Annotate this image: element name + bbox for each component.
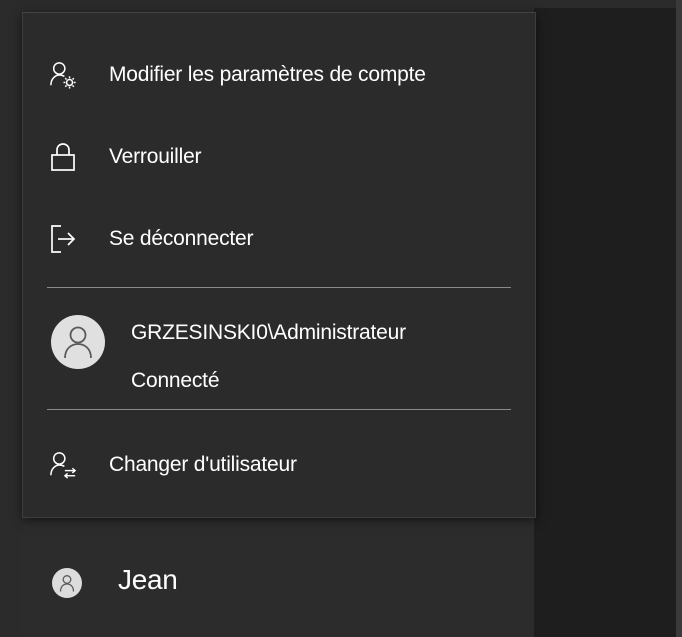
account-entry-administrator[interactable]: GRZESINSKI0\Administrateur Connecté: [23, 293, 535, 403]
lock-item[interactable]: Verrouiller: [23, 125, 535, 189]
right-edge: [676, 0, 682, 637]
sign-out-item[interactable]: Se déconnecter: [23, 207, 535, 271]
user-avatar-icon: [51, 315, 105, 369]
current-user-name: Jean: [118, 564, 178, 595]
current-user-button[interactable]: Jean: [22, 556, 534, 630]
sign-out-icon: [49, 225, 77, 253]
change-account-settings-item[interactable]: Modifier les paramètres de compte: [23, 43, 535, 107]
desktop-screen: Modifier les paramètres de compte Verrou…: [0, 0, 682, 637]
menu-divider: [47, 287, 511, 288]
menu-item-label: Se déconnecter: [109, 227, 254, 250]
top-edge: [0, 0, 682, 8]
account-name: GRZESINSKI0\Administrateur: [131, 321, 406, 344]
account-flyout-menu: Modifier les paramètres de compte Verrou…: [22, 12, 536, 518]
switch-user-icon: [49, 451, 77, 479]
switch-user-item[interactable]: Changer d'utilisateur: [23, 433, 535, 497]
lock-icon: [49, 143, 77, 171]
user-avatar-icon: [52, 568, 82, 598]
account-status: Connecté: [131, 369, 220, 392]
menu-item-label: Changer d'utilisateur: [109, 453, 297, 476]
menu-item-label: Verrouiller: [109, 145, 202, 168]
menu-divider: [47, 409, 511, 410]
menu-item-label: Modifier les paramètres de compte: [109, 63, 426, 86]
left-edge: [0, 0, 22, 637]
account-settings-icon: [49, 61, 77, 89]
